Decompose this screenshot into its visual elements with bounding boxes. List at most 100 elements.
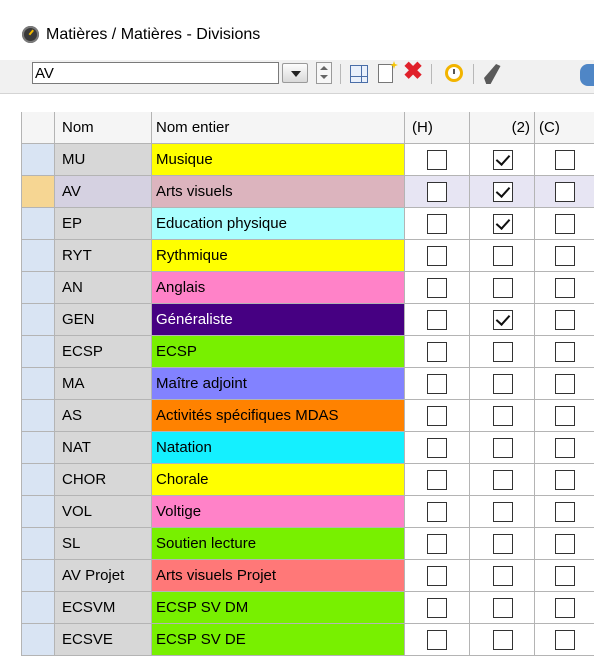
checkbox-c[interactable] bbox=[555, 470, 575, 490]
checkbox-c[interactable] bbox=[555, 534, 575, 554]
filter-combo-input[interactable] bbox=[32, 62, 279, 84]
checkbox-h[interactable] bbox=[427, 150, 447, 170]
cell-name[interactable]: Généraliste bbox=[152, 304, 405, 336]
checkbox-2[interactable] bbox=[493, 502, 513, 522]
cell-code[interactable]: SL bbox=[55, 528, 152, 560]
cell-code[interactable]: AV bbox=[55, 176, 152, 208]
cell-code[interactable]: CHOR bbox=[55, 464, 152, 496]
delete-icon[interactable]: ✖ bbox=[402, 60, 424, 84]
column-header-name[interactable]: Nom entier bbox=[152, 112, 405, 144]
cell-name[interactable]: Rythmique bbox=[152, 240, 405, 272]
checkbox-c[interactable] bbox=[555, 182, 575, 202]
checkbox-c[interactable] bbox=[555, 310, 575, 330]
cell-code[interactable]: RYT bbox=[55, 240, 152, 272]
row-selector[interactable] bbox=[21, 240, 55, 272]
checkbox-2[interactable] bbox=[493, 150, 513, 170]
checkbox-h[interactable] bbox=[427, 566, 447, 586]
row-selector[interactable] bbox=[21, 144, 55, 176]
checkbox-c[interactable] bbox=[555, 406, 575, 426]
checkbox-h[interactable] bbox=[427, 598, 447, 618]
row-selector[interactable] bbox=[21, 624, 55, 656]
cell-code[interactable]: VOL bbox=[55, 496, 152, 528]
checkbox-h[interactable] bbox=[427, 406, 447, 426]
clock-icon[interactable] bbox=[445, 64, 463, 82]
checkbox-2[interactable] bbox=[493, 566, 513, 586]
cell-code[interactable]: AN bbox=[55, 272, 152, 304]
checkbox-h[interactable] bbox=[427, 310, 447, 330]
checkbox-2[interactable] bbox=[493, 246, 513, 266]
checkbox-2[interactable] bbox=[493, 598, 513, 618]
row-selector[interactable] bbox=[21, 176, 55, 208]
checkbox-h[interactable] bbox=[427, 374, 447, 394]
cell-code[interactable]: EP bbox=[55, 208, 152, 240]
cell-name[interactable]: Musique bbox=[152, 144, 405, 176]
cell-name[interactable]: Natation bbox=[152, 432, 405, 464]
checkbox-2[interactable] bbox=[493, 470, 513, 490]
cell-code[interactable]: ECSVE bbox=[55, 624, 152, 656]
checkbox-h[interactable] bbox=[427, 342, 447, 362]
checkbox-h[interactable] bbox=[427, 278, 447, 298]
checkbox-c[interactable] bbox=[555, 566, 575, 586]
row-selector[interactable] bbox=[21, 400, 55, 432]
edit-icon[interactable] bbox=[484, 64, 501, 84]
row-selector[interactable] bbox=[21, 560, 55, 592]
cell-name[interactable]: Chorale bbox=[152, 464, 405, 496]
checkbox-2[interactable] bbox=[493, 278, 513, 298]
row-selector[interactable] bbox=[21, 496, 55, 528]
cell-code[interactable]: ECSP bbox=[55, 336, 152, 368]
row-selector[interactable] bbox=[21, 336, 55, 368]
cell-name[interactable]: Activités spécifiques MDAS bbox=[152, 400, 405, 432]
cell-code[interactable]: MA bbox=[55, 368, 152, 400]
cell-code[interactable]: ECSVM bbox=[55, 592, 152, 624]
checkbox-c[interactable] bbox=[555, 374, 575, 394]
checkbox-h[interactable] bbox=[427, 438, 447, 458]
cell-name[interactable]: Education physique bbox=[152, 208, 405, 240]
cell-code[interactable]: AV Projet bbox=[55, 560, 152, 592]
column-header-code[interactable]: Nom bbox=[55, 112, 152, 144]
dropdown-icon[interactable] bbox=[282, 63, 308, 83]
cell-name[interactable]: Arts visuels bbox=[152, 176, 405, 208]
column-header-c[interactable]: (C) bbox=[535, 112, 594, 144]
checkbox-c[interactable] bbox=[555, 214, 575, 234]
checkbox-c[interactable] bbox=[555, 502, 575, 522]
column-header-2[interactable]: (2) bbox=[470, 112, 535, 144]
new-icon[interactable] bbox=[378, 64, 393, 83]
cell-name[interactable]: Anglais bbox=[152, 272, 405, 304]
checkbox-h[interactable] bbox=[427, 470, 447, 490]
checkbox-2[interactable] bbox=[493, 374, 513, 394]
checkbox-c[interactable] bbox=[555, 150, 575, 170]
column-header-h[interactable]: (H) bbox=[405, 112, 470, 144]
grid-icon[interactable] bbox=[350, 65, 368, 83]
cell-name[interactable]: Maître adjoint bbox=[152, 368, 405, 400]
checkbox-c[interactable] bbox=[555, 278, 575, 298]
checkbox-c[interactable] bbox=[555, 438, 575, 458]
checkbox-2[interactable] bbox=[493, 182, 513, 202]
checkbox-h[interactable] bbox=[427, 182, 447, 202]
checkbox-h[interactable] bbox=[427, 214, 447, 234]
refresh-icon[interactable] bbox=[580, 64, 594, 86]
cell-name[interactable]: ECSP SV DE bbox=[152, 624, 405, 656]
checkbox-h[interactable] bbox=[427, 502, 447, 522]
row-selector[interactable] bbox=[21, 208, 55, 240]
cell-code[interactable]: GEN bbox=[55, 304, 152, 336]
spinner-icon[interactable] bbox=[316, 62, 332, 84]
cell-name[interactable]: Arts visuels Projet bbox=[152, 560, 405, 592]
row-selector[interactable] bbox=[21, 464, 55, 496]
row-selector[interactable] bbox=[21, 432, 55, 464]
row-selector[interactable] bbox=[21, 528, 55, 560]
cell-code[interactable]: MU bbox=[55, 144, 152, 176]
checkbox-h[interactable] bbox=[427, 630, 447, 650]
checkbox-c[interactable] bbox=[555, 342, 575, 362]
cell-name[interactable]: ECSP SV DM bbox=[152, 592, 405, 624]
checkbox-2[interactable] bbox=[493, 406, 513, 426]
checkbox-c[interactable] bbox=[555, 598, 575, 618]
cell-code[interactable]: NAT bbox=[55, 432, 152, 464]
checkbox-c[interactable] bbox=[555, 630, 575, 650]
row-selector[interactable] bbox=[21, 272, 55, 304]
row-selector[interactable] bbox=[21, 304, 55, 336]
cell-name[interactable]: Soutien lecture bbox=[152, 528, 405, 560]
cell-code[interactable]: AS bbox=[55, 400, 152, 432]
row-selector[interactable] bbox=[21, 592, 55, 624]
checkbox-h[interactable] bbox=[427, 246, 447, 266]
checkbox-2[interactable] bbox=[493, 630, 513, 650]
